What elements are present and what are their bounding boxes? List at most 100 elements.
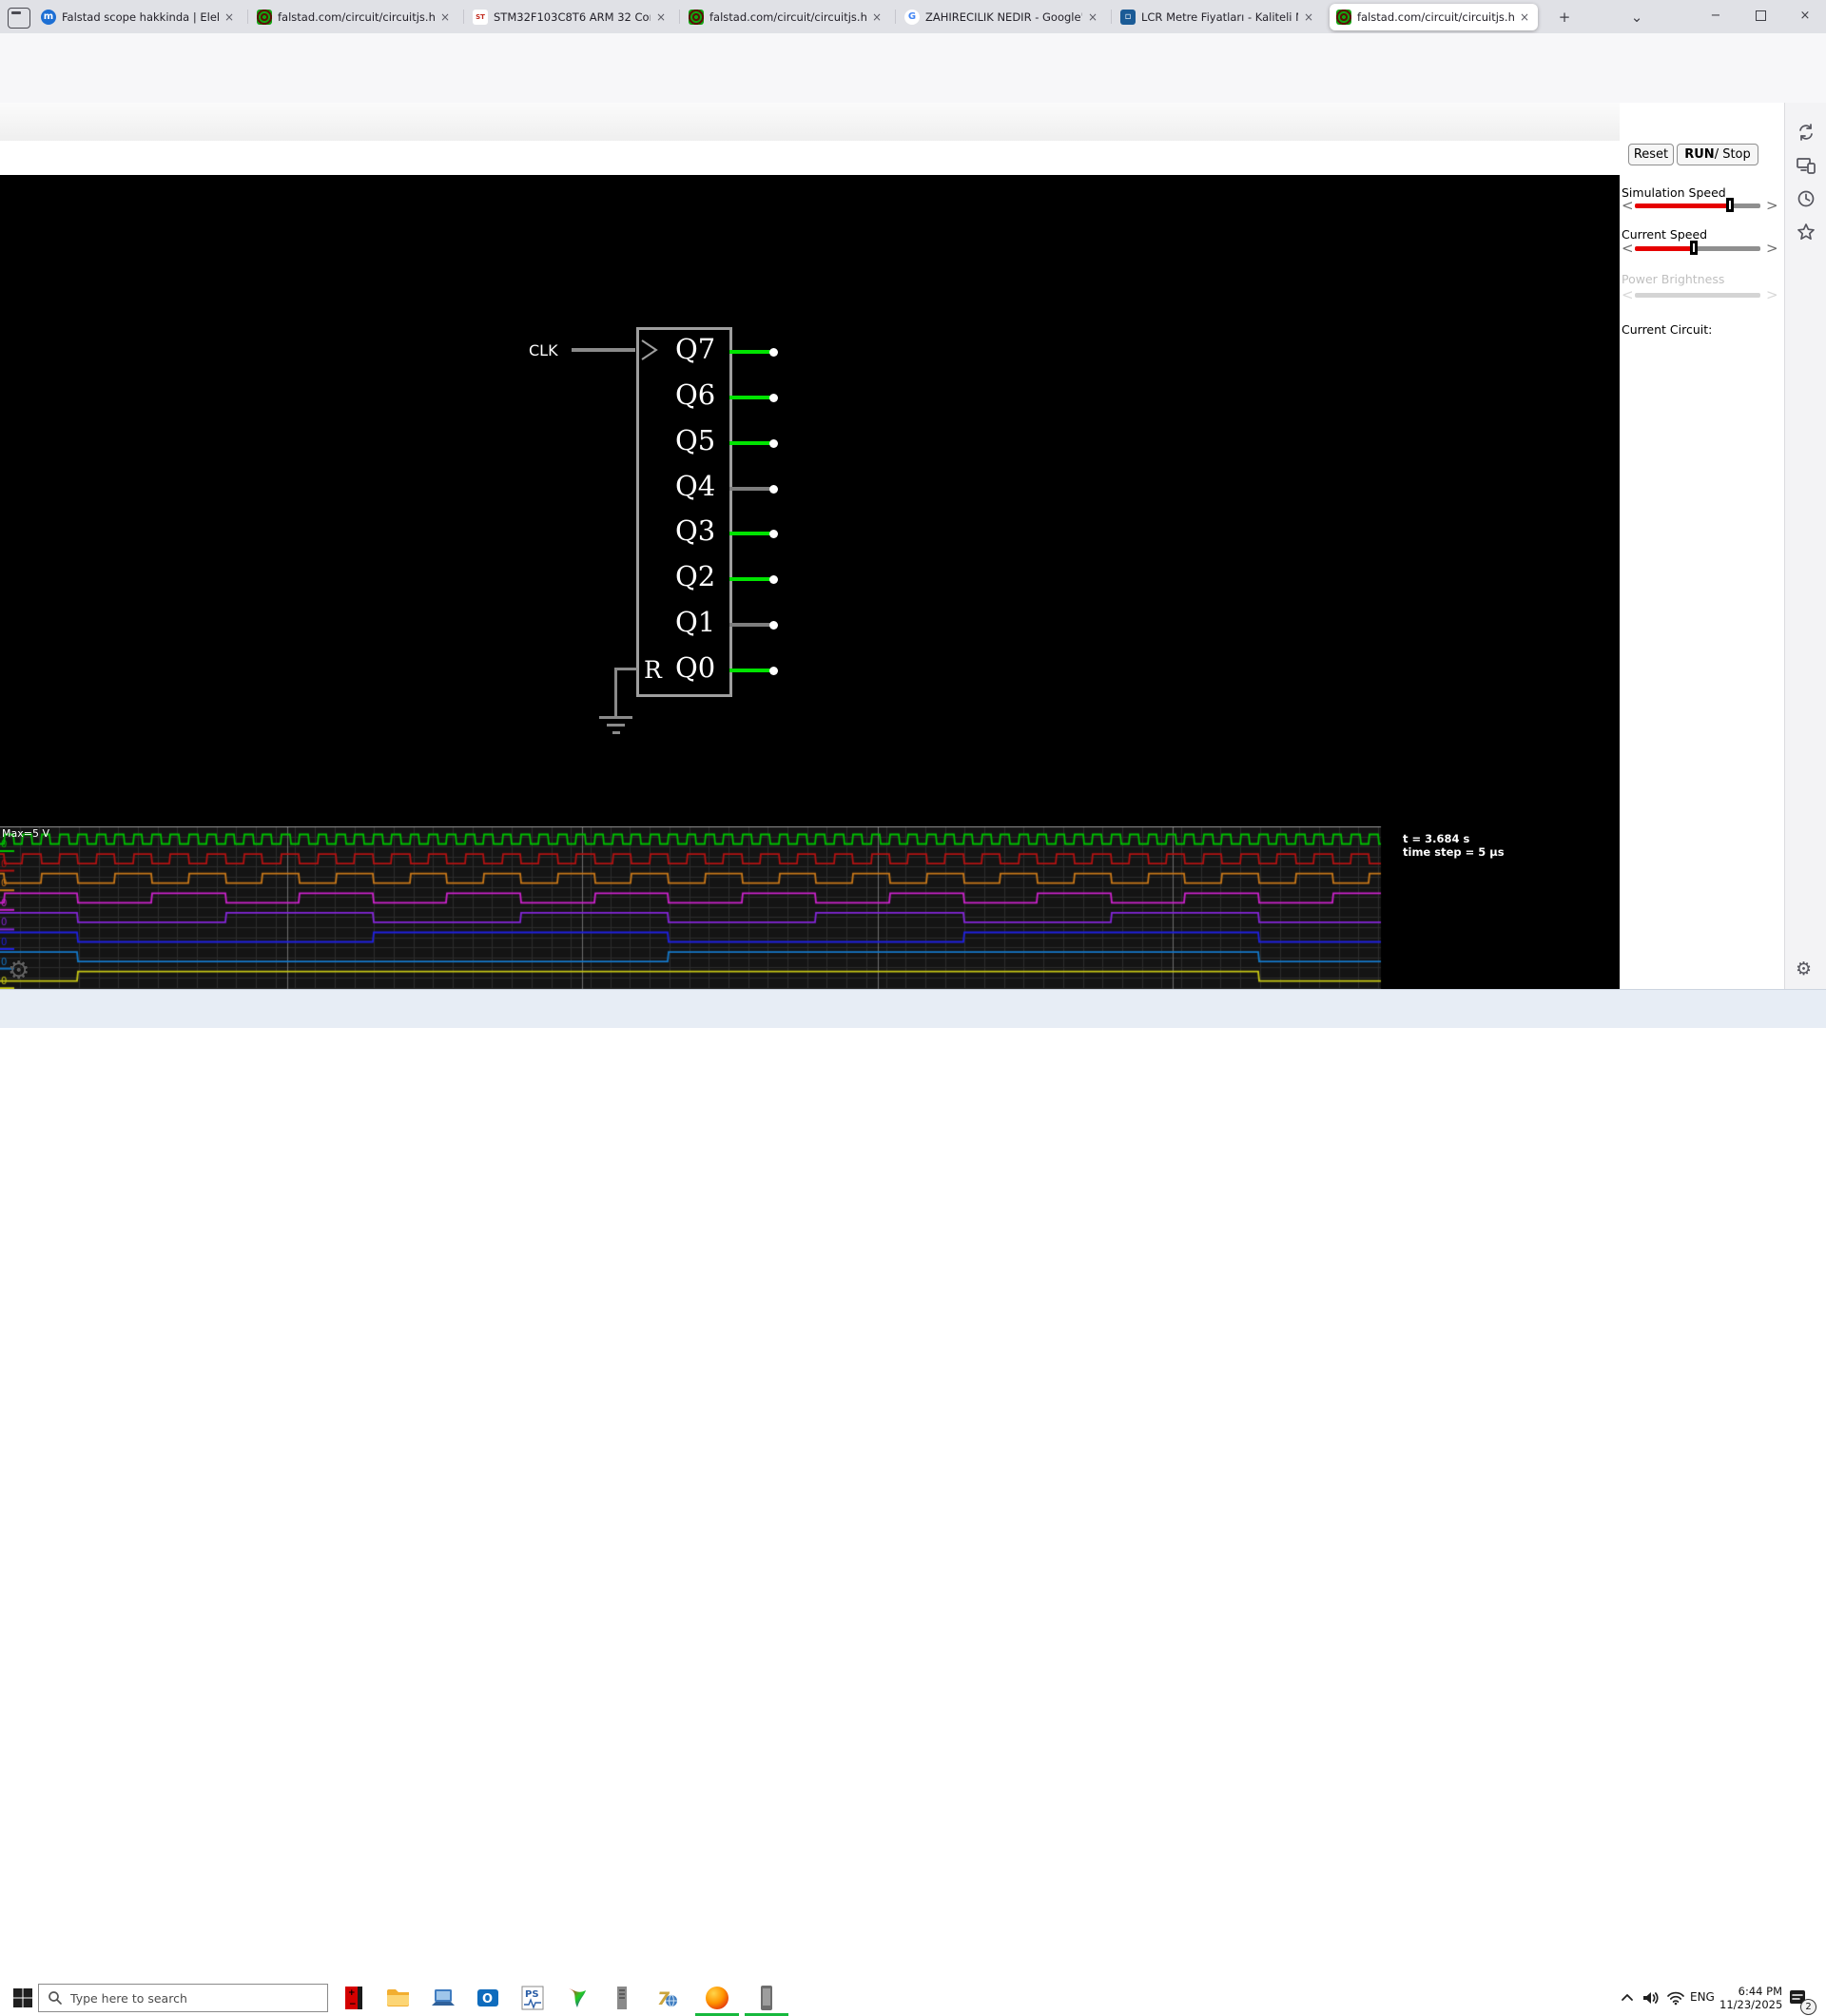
taskbar-app-tower[interactable] [609, 1986, 635, 2010]
taskbar-app-pspice[interactable]: PS [519, 1986, 546, 2010]
output-wire-q3[interactable] [729, 532, 772, 535]
output-node[interactable] [769, 574, 778, 584]
tab-close-icon[interactable]: × [1086, 10, 1099, 24]
tab-close-icon[interactable]: × [223, 10, 236, 24]
window-minimize-button[interactable]: − [1697, 0, 1735, 31]
output-wire-q0[interactable] [729, 669, 772, 672]
output-wire-q2[interactable] [729, 577, 772, 581]
clk-label: CLK [529, 341, 558, 359]
tab-favicon [689, 10, 704, 25]
taskbar-app-firefox[interactable] [704, 1986, 730, 2010]
tab-title: ZAHIRECILIK NEDIR - Google'da [925, 10, 1082, 24]
circuitjs-menubar: FileEditDrawScopesOptionsCircuits [0, 103, 1620, 230]
output-node[interactable] [769, 529, 778, 538]
current-speed-slider[interactable]: < > [1620, 241, 1779, 257]
tab-separator [247, 10, 248, 24]
tab-close-icon[interactable]: × [1302, 10, 1315, 24]
slider-left-arrow: < [1622, 286, 1634, 303]
taskbar-app-sevenzip[interactable]: 7 [653, 1986, 680, 2010]
search-placeholder: Type here to search [70, 1990, 187, 2006]
window-close-button[interactable]: × [1786, 0, 1824, 31]
output-wire-q7[interactable] [729, 350, 772, 354]
run-stop-button[interactable]: RUN / Stop [1677, 144, 1758, 165]
output-node[interactable] [769, 484, 778, 494]
taskbar-app-phone[interactable] [753, 1986, 780, 2010]
output-wire-q1[interactable] [729, 623, 772, 627]
output-node[interactable] [769, 438, 778, 448]
scope-time-readout: t = 3.684 s time step = 5 µs [1403, 832, 1505, 859]
svg-text:+: + [348, 1988, 356, 1998]
window-restore-button[interactable] [1741, 0, 1779, 31]
slider-right-arrow[interactable]: > [1766, 242, 1778, 256]
output-wire-q4[interactable] [729, 487, 772, 491]
browser-tab[interactable]: ST STM32F103C8T6 ARM 32 Corte × [466, 4, 674, 30]
tab-favicon: G [904, 10, 920, 25]
tray-chevron-icon[interactable] [1620, 1990, 1635, 2006]
slider-track[interactable] [1635, 241, 1760, 255]
tab-title: falstad.com/circuit/circuitjs.htm [278, 10, 435, 24]
tab-favicon: m [41, 10, 56, 25]
search-icon [48, 1990, 63, 2006]
browser-tab[interactable]: falstad.com/circuit/circuitjs.htm × [250, 4, 458, 30]
tab-close-icon[interactable]: × [1518, 10, 1531, 24]
circuit-canvas[interactable]: CLK Q7 Q6 Q5 Q4 Q3 Q2 Q1 Q0 R Max=5 V t = 3.684… [0, 175, 1620, 989]
slider-right-arrow[interactable]: > [1766, 199, 1778, 213]
slider-left-arrow[interactable]: < [1622, 199, 1634, 213]
output-wire-q5[interactable] [729, 441, 772, 445]
devices-icon[interactable] [1796, 155, 1816, 176]
browser-tab[interactable]: G ZAHIRECILIK NEDIR - Google'da × [898, 4, 1106, 30]
slider-thumb[interactable] [1726, 198, 1735, 212]
favorites-star-icon[interactable] [1796, 222, 1816, 242]
browser-tab[interactable]: ▫ LCR Metre Fiyatları - Kaliteli Ma × [1114, 4, 1322, 30]
taskbar-app-audio[interactable] [564, 1986, 591, 2010]
tab-separator [895, 10, 896, 24]
history-clock-icon[interactable] [1796, 188, 1816, 209]
taskbar-app-outlook[interactable]: O [475, 1986, 501, 2010]
output-wire-q6[interactable] [729, 396, 772, 399]
taskbar-app-explorer[interactable] [385, 1986, 412, 2010]
firefox-view-icon[interactable] [8, 8, 30, 29]
output-node[interactable] [769, 393, 778, 402]
power-brightness-slider: < > [1620, 288, 1779, 303]
slider-track[interactable] [1635, 198, 1760, 212]
output-node[interactable] [769, 666, 778, 675]
taskbar-app-laptop[interactable] [430, 1986, 456, 2010]
tab-favicon [257, 10, 272, 25]
browser-tab[interactable]: falstad.com/circuit/circuitjs.htm × [682, 4, 890, 30]
ground-wire[interactable] [614, 668, 637, 670]
taskbar-app-multimeter[interactable]: + − [340, 1986, 367, 2010]
taskbar-search[interactable]: Type here to search [38, 1984, 328, 2012]
wifi-icon[interactable] [1666, 1990, 1685, 2006]
scope-canvas[interactable] [0, 826, 1385, 989]
ground-wire[interactable] [614, 668, 617, 716]
clock-edge-icon [641, 339, 658, 360]
reset-button[interactable]: Reset [1628, 144, 1674, 165]
start-button[interactable] [10, 1986, 36, 2010]
scope-settings-gear-icon[interactable]: ⚙ [8, 957, 29, 985]
browser-tab[interactable]: falstad.com/circuit/circuitjs.htm × [1330, 4, 1538, 30]
tab-list-button[interactable]: ⌄ [1624, 5, 1649, 29]
output-node[interactable] [769, 347, 778, 357]
notification-badge: 2 [1800, 1999, 1816, 2015]
sim-speed-slider[interactable]: < > [1620, 198, 1779, 214]
browser-tab[interactable]: m Falstad scope hakkinda | Elektro × [34, 4, 243, 30]
tab-close-icon[interactable]: × [438, 10, 452, 24]
output-label-q0: Q0 [675, 651, 716, 684]
new-tab-button[interactable]: + [1552, 5, 1577, 29]
tab-close-icon[interactable]: × [654, 10, 668, 24]
taskbar-clock[interactable]: 6:44 PM 11/23/2025 [1719, 1985, 1782, 2011]
tab-close-icon[interactable]: × [870, 10, 884, 24]
output-label-q6: Q6 [675, 378, 716, 411]
tab-title: STM32F103C8T6 ARM 32 Corte [494, 10, 651, 24]
scope-time: t = 3.684 s [1403, 832, 1470, 845]
slider-thumb[interactable] [1690, 241, 1699, 255]
tab-bar: mFalstad scope hakkinda | Elektro× falsta… [0, 0, 1826, 33]
settings-gear-icon[interactable]: ⚙ [1796, 959, 1812, 979]
clk-wire[interactable] [572, 348, 635, 352]
output-node[interactable] [769, 620, 778, 630]
navigation-bar: ← → ↻ www.falstad.com/circuit/circuitjs.… [0, 33, 1826, 97]
speaker-icon[interactable] [1641, 1990, 1661, 2006]
sync-icon[interactable] [1796, 122, 1816, 143]
language-indicator[interactable]: ENG [1690, 1990, 1715, 2004]
slider-left-arrow[interactable]: < [1622, 242, 1634, 256]
